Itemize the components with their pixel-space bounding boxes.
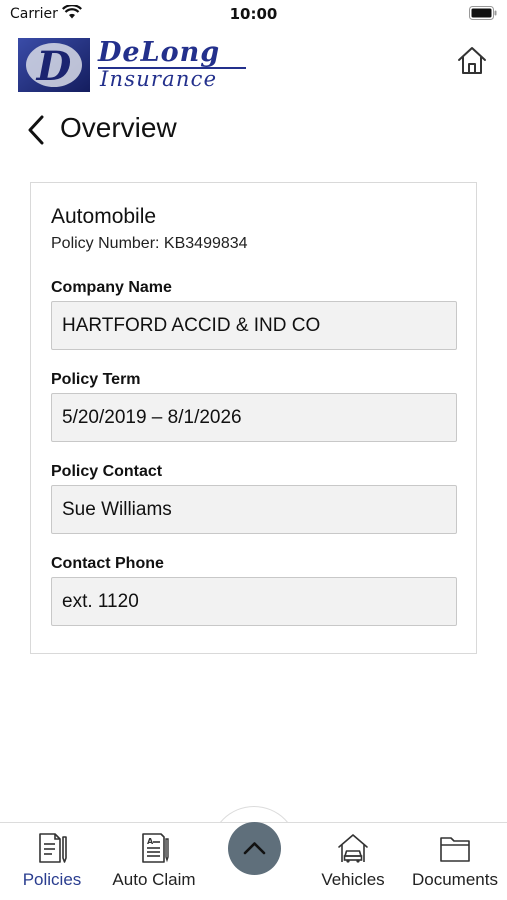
claim-form-icon: A: [142, 833, 169, 863]
clock-time: 10:00: [229, 5, 278, 23]
back-button[interactable]: [22, 112, 52, 148]
chevron-left-icon: [28, 115, 44, 145]
app-header: D DeLong Insurance: [0, 32, 507, 96]
home-icon: [458, 47, 486, 74]
tab-auto-claim[interactable]: A Auto Claim: [104, 823, 204, 900]
field-label: Policy Contact: [51, 463, 163, 480]
tab-label: Policies: [22, 870, 82, 889]
contact-phone-value[interactable]: ext. 1120: [51, 577, 457, 626]
car-garage-icon: [338, 834, 368, 863]
nav-row: Overview: [0, 108, 507, 152]
svg-text:D: D: [36, 43, 72, 90]
logo-mark-icon: D: [18, 38, 90, 92]
document-pen-icon: [39, 833, 67, 863]
scroll-up-button[interactable]: [228, 822, 281, 875]
delong-logo: D DeLong Insurance: [18, 34, 248, 94]
contact-phone-field: Contact Phone ext. 1120: [51, 553, 457, 626]
company-name-field: Company Name HARTFORD ACCID & IND CO: [51, 277, 457, 350]
policy-type: Automobile: [51, 205, 157, 228]
policy-term-value: 5/20/2019 – 8/1/2026: [51, 393, 457, 442]
logo-subtitle-text: Insurance: [100, 67, 218, 91]
logo-brand-text: DeLong: [98, 37, 221, 68]
folder-icon: [440, 837, 470, 862]
svg-text:A: A: [147, 837, 154, 846]
tab-vehicles[interactable]: Vehicles: [303, 823, 403, 900]
policy-term-field: Policy Term 5/20/2019 – 8/1/2026: [51, 369, 457, 442]
tab-documents[interactable]: Documents: [403, 823, 507, 900]
tab-label: Auto Claim: [112, 870, 196, 889]
status-bar: Carrier 10:00: [0, 0, 507, 28]
policy-contact-field: Policy Contact Sue Williams: [51, 461, 457, 534]
policy-card: Automobile Policy Number: KB3499834 Comp…: [30, 182, 477, 654]
home-button[interactable]: [455, 44, 489, 78]
field-label: Contact Phone: [51, 555, 164, 572]
tab-policies[interactable]: Policies: [0, 823, 104, 900]
field-label: Company Name: [51, 279, 172, 296]
field-label: Policy Term: [51, 371, 141, 388]
policy-number: Policy Number: KB3499834: [51, 235, 248, 252]
tab-label: Vehicles: [321, 870, 385, 889]
company-name-value: HARTFORD ACCID & IND CO: [51, 301, 457, 350]
battery-icon: [469, 6, 497, 20]
policy-contact-value: Sue Williams: [51, 485, 457, 534]
chevron-up-icon: [243, 842, 266, 855]
tab-label: Documents: [412, 870, 498, 889]
page-title: Overview: [60, 112, 177, 143]
